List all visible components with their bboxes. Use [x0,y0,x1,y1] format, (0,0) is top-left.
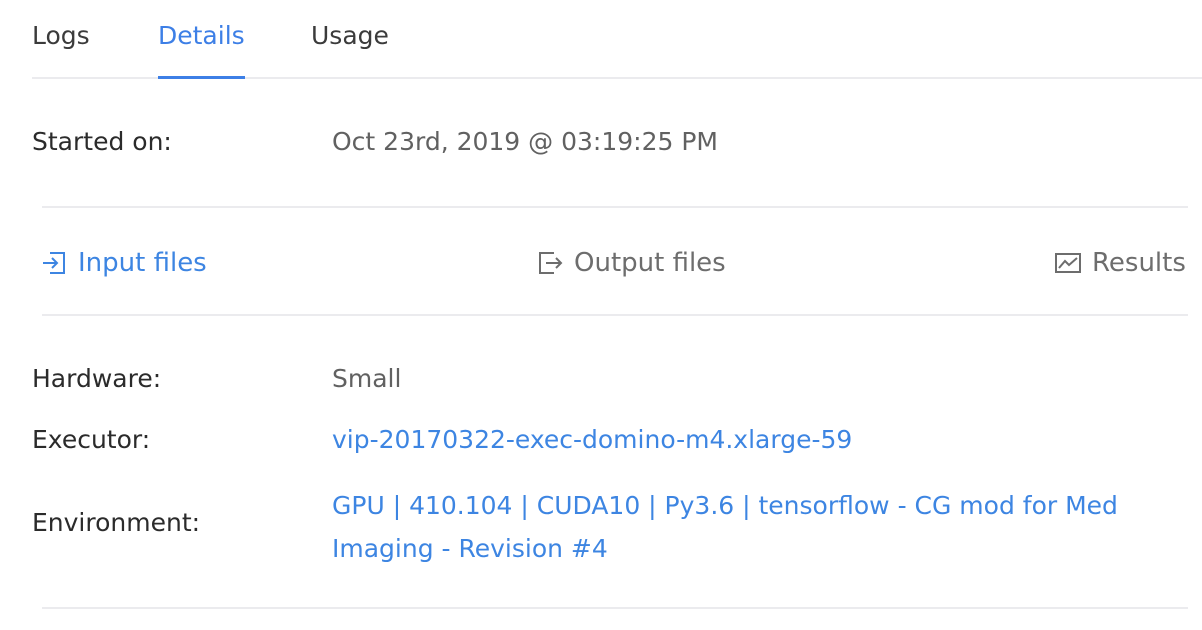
environment-link[interactable]: GPU | 410.104 | CUDA10 | Py3.6 | tensorf… [332,484,1182,570]
divider [42,206,1188,208]
tab-details[interactable]: Details [158,18,245,79]
tab-usage[interactable]: Usage [311,18,389,79]
chart-icon [1054,249,1082,277]
tab-bar: Logs Details Usage [32,0,1202,79]
results-link[interactable]: Results [1054,243,1186,283]
environment-label: Environment: [32,508,201,537]
divider [42,607,1188,609]
input-file-icon [40,249,68,277]
input-files-label: Input files [78,248,207,278]
executor-link[interactable]: vip-20170322-exec-domino-m4.xlarge-59 [332,425,852,454]
output-files-link[interactable]: Output files [536,243,726,283]
started-on-label: Started on: [32,127,172,156]
results-label: Results [1092,248,1186,278]
tab-logs[interactable]: Logs [32,18,90,79]
output-file-icon [536,249,564,277]
hardware-label: Hardware: [32,364,162,393]
executor-label: Executor: [32,425,151,454]
run-details-page: Logs Details Usage Started on: Oct 23rd,… [0,0,1202,630]
started-on-value: Oct 23rd, 2019 @ 03:19:25 PM [332,127,718,156]
output-files-label: Output files [574,248,726,278]
input-files-link[interactable]: Input files [40,243,207,283]
divider [42,314,1188,316]
hardware-value: Small [332,364,402,393]
